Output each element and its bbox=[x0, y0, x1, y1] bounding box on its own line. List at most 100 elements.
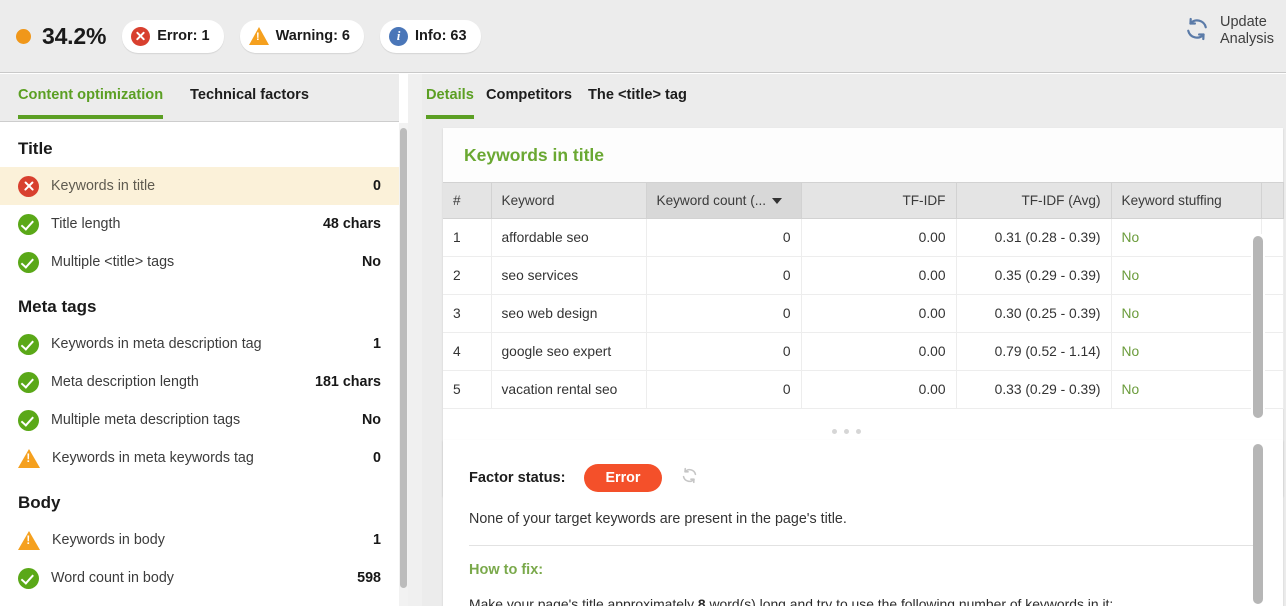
top-status-bar: 34.2% Error: 1 Warning: 6 Info: 63 Updat… bbox=[0, 0, 1286, 73]
cell-keyword: seo services bbox=[491, 256, 647, 295]
dot-icon bbox=[844, 429, 849, 434]
column-header-keyword-stuffing[interactable]: Keyword stuffing bbox=[1111, 182, 1262, 219]
factor-value: No bbox=[361, 254, 381, 270]
group-title-meta-tags: Meta tags bbox=[18, 297, 97, 316]
panel-title: Keywords in title bbox=[443, 128, 1283, 182]
info-circle-icon bbox=[389, 26, 408, 46]
tab-the-title-tag-label: The <title> tag bbox=[588, 87, 687, 103]
score-percentage: 34.2% bbox=[42, 22, 107, 49]
sidebar-tabbar: Content optimization Technical factors bbox=[0, 74, 399, 122]
horizontal-splitter[interactable] bbox=[422, 424, 1261, 440]
refresh-icon[interactable] bbox=[680, 466, 699, 490]
sidebar-scrollbar-thumb[interactable] bbox=[400, 128, 407, 588]
cell-keyword: seo web design bbox=[491, 294, 647, 333]
table-scrollbar-thumb[interactable] bbox=[1253, 236, 1263, 418]
tab-the-title-tag[interactable]: The <title> tag bbox=[588, 74, 687, 122]
info-badge[interactable]: Info: 63 bbox=[380, 19, 481, 53]
cell-keyword-stuffing: No bbox=[1111, 370, 1262, 409]
warning-badge[interactable]: Warning: 6 bbox=[239, 19, 364, 53]
table-row[interactable]: 4 google seo expert 0 0.00 0.79 (0.52 - … bbox=[443, 332, 1284, 371]
cell-tfidf: 0.00 bbox=[801, 370, 957, 409]
cell-index: 1 bbox=[443, 218, 492, 257]
tab-content-optimization[interactable]: Content optimization bbox=[18, 74, 164, 122]
cell-tfidf: 0.00 bbox=[801, 218, 957, 257]
tab-technical-factors[interactable]: Technical factors bbox=[190, 74, 309, 122]
factor-value: 0 bbox=[373, 450, 381, 466]
factor-label: Keywords in body bbox=[52, 532, 165, 548]
error-badge[interactable]: Error: 1 bbox=[122, 19, 224, 53]
factor-value: No bbox=[361, 412, 381, 428]
cell-keyword: google seo expert bbox=[491, 332, 647, 371]
factor-row-keywords-in-title[interactable]: Keywords in title 0 bbox=[0, 167, 399, 205]
table-row[interactable]: 3 seo web design 0 0.00 0.30 (0.25 - 0.3… bbox=[443, 294, 1284, 333]
factor-value: 0 bbox=[373, 178, 381, 194]
check-circle-icon bbox=[18, 567, 39, 589]
table-header-row: # Keyword Keyword count (... TF-IDF TF-I… bbox=[443, 182, 1284, 219]
factor-row-keywords-in-meta-description-tag[interactable]: Keywords in meta description tag 1 bbox=[0, 325, 399, 363]
factor-label: Multiple meta description tags bbox=[51, 412, 241, 428]
cell-tfidf-avg: 0.35 (0.29 - 0.39) bbox=[956, 256, 1112, 295]
check-circle-icon bbox=[18, 251, 39, 273]
table-row[interactable]: 5 vacation rental seo 0 0.00 0.33 (0.29 … bbox=[443, 370, 1284, 409]
details-tabbar: Details Competitors The <title> tag bbox=[422, 74, 1286, 122]
factor-label: Keywords in title bbox=[51, 178, 156, 194]
factor-row-meta-description-length[interactable]: Meta description length 181 chars bbox=[0, 363, 399, 401]
factor-row-multiple-meta-description-tags[interactable]: Multiple meta description tags No bbox=[0, 401, 399, 439]
overall-score: 34.2% bbox=[16, 23, 106, 50]
bottom-panel-scrollbar-thumb[interactable] bbox=[1253, 444, 1263, 604]
factors-sidebar: Content optimization Technical factors T… bbox=[0, 74, 399, 606]
factor-row-word-count-in-body[interactable]: Word count in body 598 bbox=[0, 559, 399, 597]
check-circle-icon bbox=[18, 333, 39, 355]
how-to-fix-heading: How to fix: bbox=[469, 562, 544, 579]
column-header-keyword-count[interactable]: Keyword count (... bbox=[646, 182, 802, 219]
cell-keyword-stuffing: No bbox=[1111, 256, 1262, 295]
tab-technical-factors-label: Technical factors bbox=[190, 87, 309, 103]
cell-keyword-count: 0 bbox=[646, 256, 802, 295]
factor-label: Word count in body bbox=[51, 570, 174, 586]
factor-row-keywords-in-body[interactable]: Keywords in body 1 bbox=[0, 521, 399, 559]
column-header-spacer bbox=[1261, 182, 1284, 219]
how-to-fix-pre: Make your page's title approximately bbox=[469, 596, 698, 606]
factor-row-keywords-in-meta-keywords-tag[interactable]: Keywords in meta keywords tag 0 bbox=[0, 439, 399, 477]
column-header-index[interactable]: # bbox=[443, 182, 492, 219]
factor-row-multiple-title-tags[interactable]: Multiple <title> tags No bbox=[0, 243, 399, 281]
info-badge-label: Info: 63 bbox=[415, 27, 467, 44]
update-analysis-line2: Analysis bbox=[1220, 31, 1274, 47]
tab-details-label: Details bbox=[426, 87, 474, 103]
column-header-tfidf-avg[interactable]: TF-IDF (Avg) bbox=[956, 182, 1112, 219]
cell-keyword-count: 0 bbox=[646, 218, 802, 257]
table-row[interactable]: 2 seo services 0 0.00 0.35 (0.29 - 0.39)… bbox=[443, 256, 1284, 295]
factors-list[interactable]: Title Keywords in title 0 Title length 4… bbox=[0, 123, 399, 606]
cell-tfidf: 0.00 bbox=[801, 294, 957, 333]
cell-tfidf-avg: 0.79 (0.52 - 1.14) bbox=[956, 332, 1112, 371]
factor-status-label: Factor status: bbox=[469, 470, 566, 487]
refresh-icon bbox=[1183, 15, 1211, 48]
cell-tfidf: 0.00 bbox=[801, 256, 957, 295]
column-header-keyword-count-label: Keyword count (... bbox=[656, 193, 767, 208]
factor-status-row: Factor status: Error bbox=[443, 440, 1283, 493]
factor-value: 598 bbox=[357, 570, 381, 586]
factor-value: 1 bbox=[373, 532, 381, 548]
cell-keyword-count: 0 bbox=[646, 370, 802, 409]
how-to-fix-number: 8 bbox=[697, 596, 706, 606]
cell-tfidf-avg: 0.31 (0.28 - 0.39) bbox=[956, 218, 1112, 257]
horizontal-splitter-handle[interactable] bbox=[832, 429, 861, 434]
dot-icon bbox=[856, 429, 861, 434]
chevron-down-icon bbox=[772, 198, 783, 205]
tab-details[interactable]: Details bbox=[426, 74, 474, 122]
keywords-table-body: 1 affordable seo 0 0.00 0.31 (0.28 - 0.3… bbox=[443, 218, 1284, 409]
cell-keyword-stuffing: No bbox=[1111, 332, 1262, 371]
factor-label: Title length bbox=[51, 216, 121, 232]
tab-competitors[interactable]: Competitors bbox=[486, 74, 572, 122]
tab-content-optimization-label: Content optimization bbox=[18, 87, 164, 103]
column-header-keyword[interactable]: Keyword bbox=[491, 182, 647, 219]
how-to-fix-text: Make your page's title approximately 8 w… bbox=[443, 578, 1283, 606]
error-badge-label: Error: 1 bbox=[157, 27, 210, 44]
cell-index: 2 bbox=[443, 256, 492, 295]
update-analysis-button[interactable]: Update Analysis bbox=[1183, 14, 1274, 48]
table-row[interactable]: 1 affordable seo 0 0.00 0.31 (0.28 - 0.3… bbox=[443, 218, 1284, 257]
factor-status-card: Factor status: Error None of your target… bbox=[443, 440, 1283, 606]
factor-row-title-length[interactable]: Title length 48 chars bbox=[0, 205, 399, 243]
column-header-tfidf[interactable]: TF-IDF bbox=[801, 182, 957, 219]
vertical-splitter[interactable] bbox=[408, 74, 825, 606]
